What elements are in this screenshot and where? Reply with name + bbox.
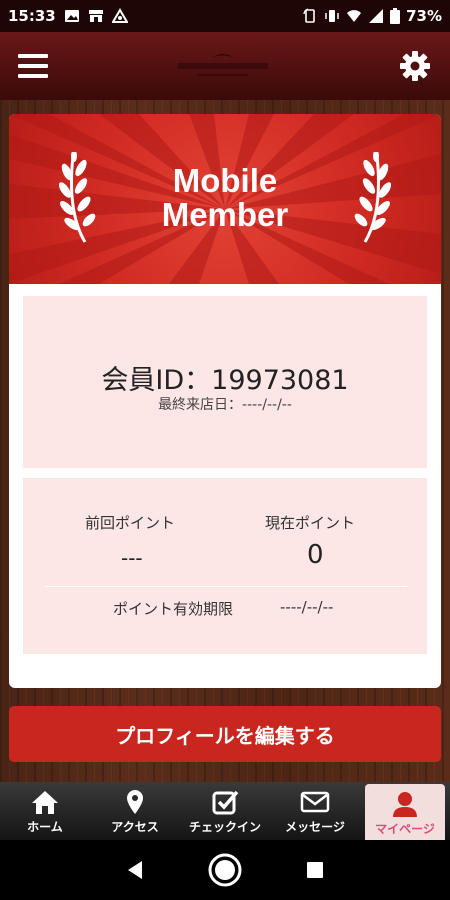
store-icon bbox=[88, 8, 104, 24]
laurel-right-icon bbox=[354, 152, 391, 243]
vibrate-icon bbox=[324, 8, 340, 24]
home-icon bbox=[32, 790, 58, 814]
points-panel: 前回ポイント 現在ポイント --- 0 ポイント有効期限 ----/--/-- bbox=[23, 478, 427, 654]
member-card: Mobile Member 会員ID：19973081 最終来店日：----/-… bbox=[9, 114, 441, 688]
points-expiry-value: ----/--/-- bbox=[280, 598, 334, 616]
last-visit-date: 最終来店日：----/--/-- bbox=[158, 397, 292, 413]
battery-icon bbox=[390, 8, 401, 24]
gear-icon[interactable] bbox=[398, 49, 432, 83]
edit-profile-button[interactable]: プロフィールを編集する bbox=[9, 706, 441, 762]
home-button[interactable] bbox=[205, 850, 245, 890]
status-left: 15:33 bbox=[8, 7, 128, 25]
signal-icon bbox=[368, 8, 384, 24]
tab-label: アクセス bbox=[111, 819, 159, 834]
member-id: 会員ID：19973081 bbox=[101, 365, 349, 396]
image-icon bbox=[64, 8, 80, 24]
system-nav-bar bbox=[0, 840, 450, 900]
back-icon bbox=[128, 861, 142, 879]
tab-message[interactable]: メッセージ bbox=[270, 782, 360, 840]
map-pin-icon bbox=[127, 789, 143, 814]
logo bbox=[168, 51, 278, 81]
rotate-icon bbox=[302, 8, 318, 24]
content-area: Mobile Member 会員ID：19973081 最終来店日：----/-… bbox=[0, 100, 450, 782]
member-info-panel: 会員ID：19973081 最終来店日：----/--/-- bbox=[23, 296, 427, 468]
tab-label: マイページ bbox=[375, 821, 435, 836]
back-button[interactable] bbox=[115, 850, 155, 890]
previous-points-value: --- bbox=[121, 546, 143, 570]
tab-access[interactable]: アクセス bbox=[90, 782, 180, 840]
divider bbox=[45, 586, 407, 587]
member-banner: Mobile Member bbox=[9, 114, 441, 284]
wifi-icon bbox=[346, 8, 362, 24]
status-right: 73% bbox=[302, 7, 442, 25]
current-points-label: 現在ポイント bbox=[265, 514, 356, 532]
checkbox-icon bbox=[212, 790, 239, 814]
tab-label: ホーム bbox=[27, 819, 63, 834]
battery-percent: 73% bbox=[406, 7, 442, 25]
recents-button[interactable] bbox=[295, 850, 335, 890]
current-points-value: 0 bbox=[307, 540, 324, 570]
status-time: 15:33 bbox=[8, 7, 56, 25]
recents-icon bbox=[307, 862, 323, 878]
points-expiry-label: ポイント有効期限 bbox=[113, 600, 234, 618]
tab-checkin[interactable]: チェックイン bbox=[180, 782, 270, 840]
status-bar: 15:33 73% bbox=[0, 0, 450, 32]
user-icon bbox=[393, 791, 417, 817]
hamburger-icon[interactable] bbox=[18, 54, 48, 78]
tab-mypage[interactable]: マイページ bbox=[365, 784, 445, 842]
previous-points-label: 前回ポイント bbox=[85, 514, 176, 532]
tab-home[interactable]: ホーム bbox=[0, 782, 90, 840]
tab-label: チェックイン bbox=[188, 819, 261, 834]
triangle-icon bbox=[111, 8, 128, 24]
home-circle-icon bbox=[208, 853, 242, 887]
bottom-tab-bar: ホーム アクセス チェックイン メッセージ マイページ bbox=[0, 782, 450, 842]
app-header bbox=[0, 32, 450, 100]
tab-label: メッセージ bbox=[285, 819, 345, 834]
envelope-icon bbox=[300, 791, 330, 812]
